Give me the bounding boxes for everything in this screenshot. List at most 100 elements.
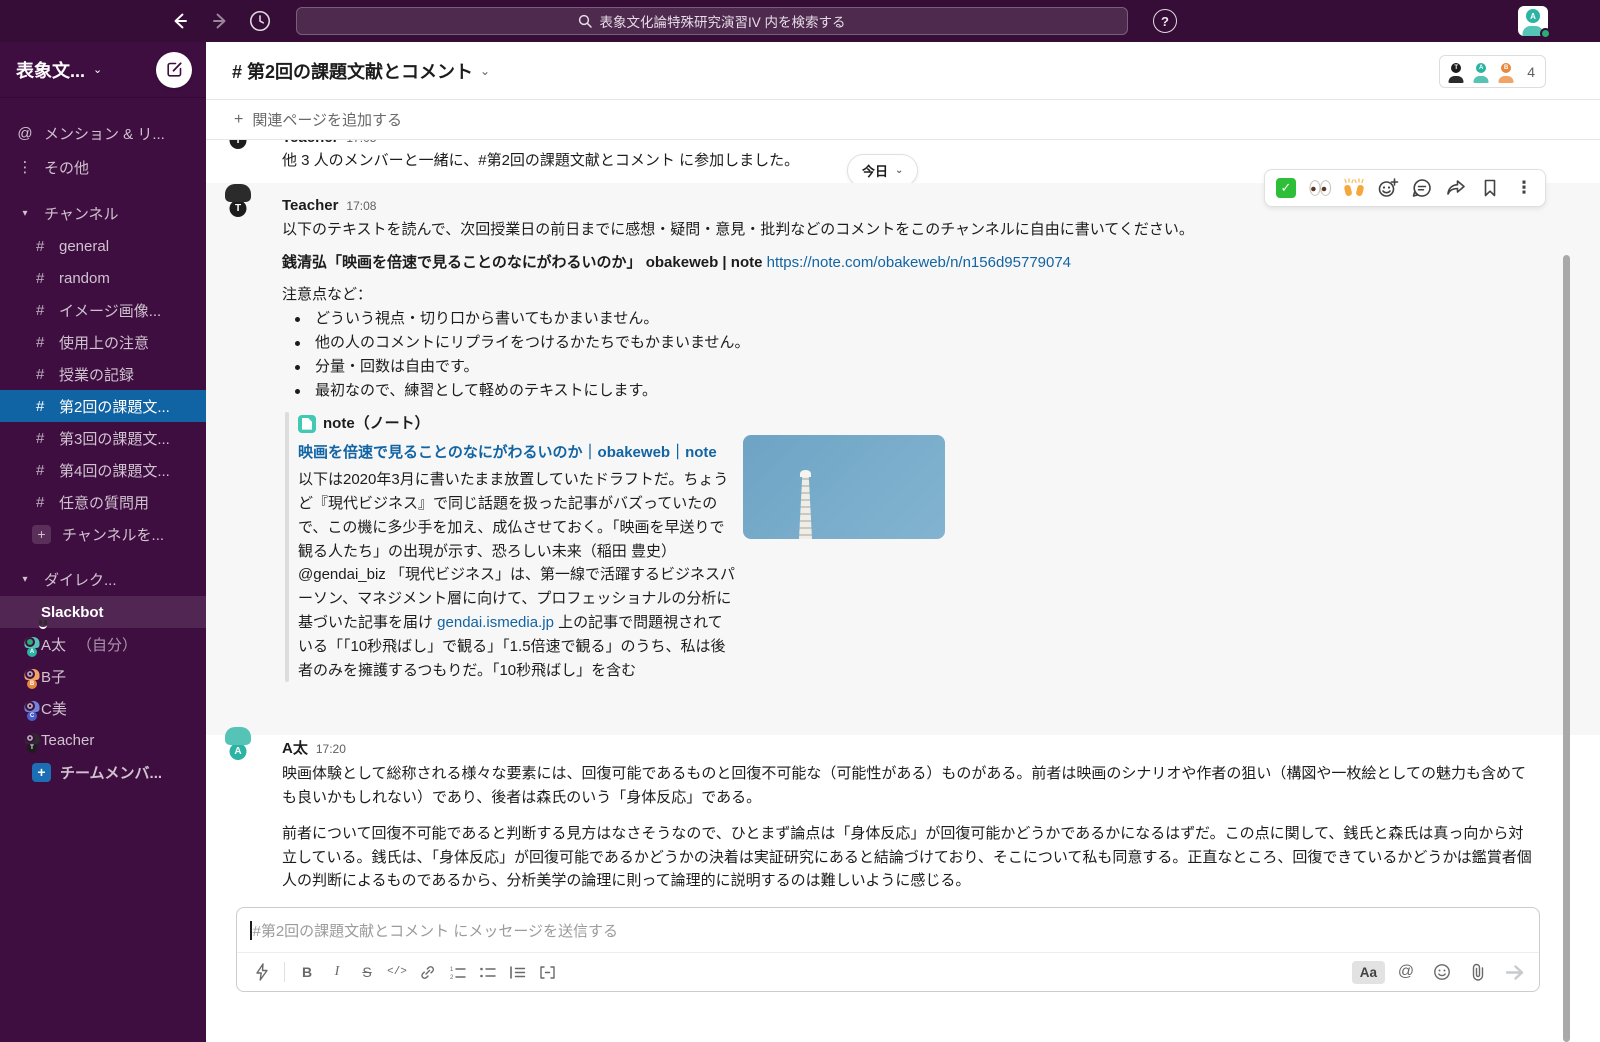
user-menu-avatar[interactable]: A bbox=[1518, 6, 1548, 36]
dm-self-suffix: （自分） bbox=[77, 634, 137, 655]
react-raised-hands-button[interactable] bbox=[1338, 173, 1370, 203]
member-avatar: B bbox=[1495, 61, 1517, 83]
compose-icon bbox=[166, 61, 183, 78]
sidebar-invite-members[interactable]: + チームメンバ... bbox=[0, 756, 206, 788]
save-bookmark-button[interactable] bbox=[1474, 173, 1506, 203]
sidebar-channel-class-records[interactable]: #授業の記録 bbox=[0, 358, 206, 390]
dm-label: Slackbot bbox=[41, 604, 104, 621]
blockquote-button[interactable] bbox=[502, 958, 532, 986]
add-reaction-button[interactable] bbox=[1372, 173, 1404, 203]
unfurl-thumbnail-image[interactable] bbox=[743, 435, 945, 539]
sidebar-channel-image[interactable]: #イメージ画像... bbox=[0, 294, 206, 326]
message-author[interactable]: Teacher bbox=[282, 194, 338, 217]
unfurl-site-name: note（ノート） bbox=[323, 412, 430, 435]
chevron-down-icon: ⌄ bbox=[480, 64, 490, 78]
sidebar-item-more[interactable]: ⋮ その他 bbox=[0, 150, 206, 184]
send-message-button[interactable] bbox=[1499, 958, 1529, 986]
code-button[interactable]: </> bbox=[382, 958, 412, 986]
share-message-button[interactable] bbox=[1440, 173, 1472, 203]
bulleted-list-button[interactable] bbox=[472, 958, 502, 986]
note-article-link[interactable]: https://note.com/obakeweb/n/n156d9577907… bbox=[767, 254, 1071, 271]
search-bar[interactable]: 表象文化論特殊研究演習IV 内を検索する bbox=[296, 7, 1128, 35]
vertical-scrollbar[interactable] bbox=[1563, 255, 1570, 1042]
dms-section-header[interactable]: ▾ ダイレク... bbox=[0, 562, 206, 596]
channels-section-header[interactable]: ▾ チャンネル bbox=[0, 196, 206, 230]
thread-icon bbox=[1411, 177, 1433, 199]
sidebar-dm-bko[interactable]: B B子 bbox=[0, 660, 206, 692]
unfurl-title-link[interactable]: 映画を倍速で見ることのなにがわるいのか｜obakeweb｜note bbox=[298, 440, 735, 465]
slack-app: 表象文化論特殊研究演習IV 内を検索する ? A 表象文... ⌄ @ メンショ… bbox=[0, 0, 1600, 1042]
tower-cap-shape bbox=[800, 470, 811, 477]
at-icon: @ bbox=[16, 125, 34, 142]
react-eyes-button[interactable] bbox=[1304, 173, 1336, 203]
atai-paragraph-2: 前者について回復不可能であると判断する見方はなさそうなので、ひとまず論点は「身体… bbox=[282, 822, 1538, 893]
history-back-button[interactable] bbox=[168, 9, 192, 33]
add-related-pages-tab[interactable]: + 関連ページを追加する bbox=[206, 100, 1600, 140]
ordered-list-button[interactable]: 12 bbox=[442, 958, 472, 986]
unfurl-desc-text: 以下は2020年3月に書いたまま放置していたドラフトだ。ちょうど『現代ビジネス』… bbox=[298, 471, 735, 631]
strikethrough-button[interactable]: S bbox=[352, 958, 382, 986]
workspace-switcher[interactable]: 表象文... ⌄ bbox=[0, 42, 206, 98]
sidebar-dm-teacher[interactable]: T Teacher bbox=[0, 724, 206, 756]
dm-label: Teacher bbox=[41, 732, 94, 749]
message-author[interactable]: A太 bbox=[282, 737, 308, 760]
sidebar-channel-general[interactable]: #general bbox=[0, 230, 206, 262]
blockquote-icon bbox=[509, 965, 526, 980]
more-actions-button[interactable]: ⋮ bbox=[1508, 173, 1540, 203]
mention-button[interactable]: @ bbox=[1391, 958, 1421, 986]
sidebar-channel-random[interactable]: #random bbox=[0, 262, 206, 294]
channel-label: 任意の質問用 bbox=[59, 492, 149, 513]
message-timestamp[interactable]: 17:05 bbox=[346, 140, 376, 148]
message-author[interactable]: Teacher bbox=[282, 140, 338, 149]
presence-online-dot bbox=[1540, 28, 1551, 39]
share-arrow-icon bbox=[1445, 177, 1467, 199]
presence-offline-dot bbox=[25, 669, 35, 679]
hide-formatting-button[interactable]: Aa bbox=[1352, 961, 1385, 984]
channel-label: 第4回の課題文... bbox=[59, 460, 170, 481]
message-timestamp[interactable]: 17:20 bbox=[316, 740, 346, 759]
sidebar-channel-session4[interactable]: #第4回の課題文... bbox=[0, 454, 206, 486]
sidebar-channel-session3[interactable]: #第3回の課題文... bbox=[0, 422, 206, 454]
sidebar-item-mentions[interactable]: @ メンション & リ... bbox=[0, 116, 206, 150]
sidebar-dm-self[interactable]: A A太（自分） bbox=[0, 628, 206, 660]
history-menu-button[interactable] bbox=[248, 9, 272, 33]
shortcuts-button[interactable] bbox=[247, 958, 277, 986]
ordered-list-icon: 12 bbox=[449, 965, 466, 980]
new-message-button[interactable] bbox=[156, 52, 192, 88]
sidebar-dm-cmi[interactable]: C C美 bbox=[0, 692, 206, 724]
channel-members-button[interactable]: T A B 4 bbox=[1439, 55, 1546, 88]
caret-down-icon: ▾ bbox=[16, 574, 34, 585]
raised-hands-emoji-icon bbox=[1342, 178, 1366, 198]
emoji-button[interactable] bbox=[1427, 958, 1457, 986]
reply-in-thread-button[interactable] bbox=[1406, 173, 1438, 203]
sidebar-add-channel[interactable]: +チャンネルを... bbox=[0, 518, 206, 550]
bold-button[interactable]: B bbox=[292, 958, 322, 986]
svg-text:2: 2 bbox=[450, 975, 454, 980]
message-timestamp[interactable]: 17:08 bbox=[346, 197, 376, 216]
sidebar-item-label: その他 bbox=[44, 157, 89, 178]
sidebar-channel-questions[interactable]: # 任意の質問用 bbox=[0, 486, 206, 518]
italic-button[interactable]: I bbox=[322, 958, 352, 986]
presence-offline-dot bbox=[25, 733, 35, 743]
hash-icon: # bbox=[36, 334, 48, 351]
code-block-button[interactable] bbox=[532, 958, 562, 986]
channel-title[interactable]: # 第2回の課題文献とコメント bbox=[232, 58, 473, 84]
message-input[interactable]: #第2回の課題文献とコメント にメッセージを送信する bbox=[237, 908, 1539, 952]
bullet-item: どういう視点・切り口から書いてもかまいません。 bbox=[282, 307, 1538, 331]
sidebar-channel-usage-notes[interactable]: #使用上の注意 bbox=[0, 326, 206, 358]
gendai-link[interactable]: gendai.ismedia.jp bbox=[437, 614, 554, 631]
help-button[interactable]: ? bbox=[1153, 9, 1177, 33]
hash-icon: # bbox=[36, 494, 48, 511]
link-icon bbox=[419, 964, 436, 981]
react-check-mark-button[interactable]: ✓ bbox=[1270, 173, 1302, 203]
channel-label: チャンネルを... bbox=[62, 524, 164, 545]
history-forward-button[interactable] bbox=[208, 9, 232, 33]
sidebar-channel-session2-active[interactable]: #第2回の課題文... bbox=[0, 390, 206, 422]
text-cursor bbox=[250, 921, 252, 940]
unfurl-description: 以下は2020年3月に書いたまま放置していたドラフトだ。ちょうど『現代ビジネス』… bbox=[298, 468, 735, 682]
channel-label: general bbox=[59, 238, 109, 255]
attach-file-button[interactable] bbox=[1463, 958, 1493, 986]
svg-text:1: 1 bbox=[450, 967, 454, 973]
link-button[interactable] bbox=[412, 958, 442, 986]
sidebar-dm-slackbot[interactable]: Slackbot bbox=[0, 596, 206, 628]
